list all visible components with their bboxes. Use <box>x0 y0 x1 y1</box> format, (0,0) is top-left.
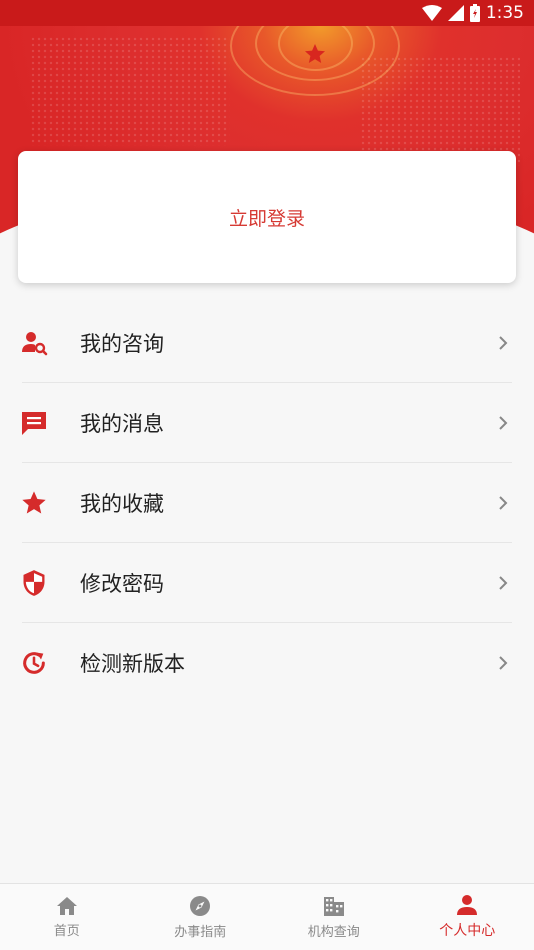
chevron-right-icon <box>499 496 508 510</box>
menu-label: 我的咨询 <box>80 332 164 356</box>
chevron-right-icon <box>499 336 508 350</box>
message-icon <box>20 409 48 437</box>
menu-item-my-consultation[interactable]: 我的咨询 <box>0 303 534 383</box>
chevron-right-icon <box>499 656 508 670</box>
status-bar: 1:35 <box>0 0 534 26</box>
home-icon <box>56 896 77 915</box>
menu-label: 修改密码 <box>80 572 164 596</box>
menu-item-my-favorites[interactable]: 我的收藏 <box>0 463 534 543</box>
star-icon <box>20 489 48 517</box>
shield-icon <box>20 569 48 597</box>
tab-guide[interactable]: 办事指南 <box>134 884 268 950</box>
tab-label: 办事指南 <box>174 924 227 940</box>
person-icon <box>457 895 478 915</box>
signal-icon <box>447 5 464 21</box>
menu-item-change-password[interactable]: 修改密码 <box>0 543 534 623</box>
login-button[interactable]: 立即登录 <box>229 204 305 231</box>
bottom-tab-bar: 首页 办事指南 机构查询 个人中心 <box>0 883 534 950</box>
tab-label: 个人中心 <box>439 923 496 939</box>
battery-icon <box>469 4 480 22</box>
login-card[interactable]: 立即登录 <box>18 151 516 283</box>
chevron-right-icon <box>499 576 508 590</box>
tab-home[interactable]: 首页 <box>0 884 134 950</box>
menu-label: 检测新版本 <box>80 652 185 676</box>
status-time: 1:35 <box>485 3 524 23</box>
tab-label: 首页 <box>53 923 80 939</box>
menu-item-my-messages[interactable]: 我的消息 <box>0 383 534 463</box>
update-clock-icon <box>20 649 48 677</box>
menu-item-check-update[interactable]: 检测新版本 <box>0 623 534 703</box>
chevron-right-icon <box>499 416 508 430</box>
menu-label: 我的消息 <box>80 412 164 436</box>
tab-institution-search[interactable]: 机构查询 <box>267 884 401 950</box>
tab-personal-center[interactable]: 个人中心 <box>401 884 534 950</box>
tab-label: 机构查询 <box>307 924 360 940</box>
menu-list: 我的咨询 我的消息 我的收藏 修改密码 检测新版本 <box>0 303 534 703</box>
compass-icon <box>190 895 211 916</box>
menu-label: 我的收藏 <box>80 492 164 516</box>
emblem-star-icon <box>305 44 325 63</box>
building-icon <box>323 896 344 916</box>
user-search-icon <box>20 329 48 357</box>
wifi-icon <box>421 5 442 21</box>
